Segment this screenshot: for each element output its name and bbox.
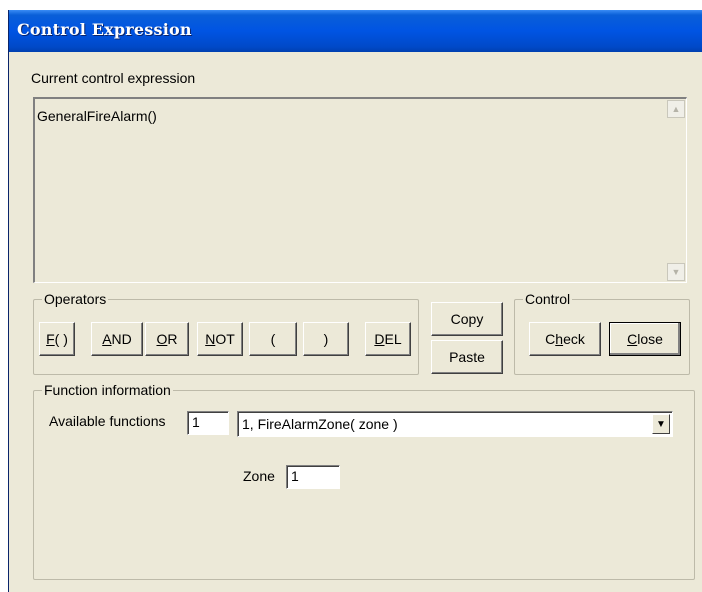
not-mnemonic: N — [205, 331, 216, 347]
paste-button[interactable]: Paste — [431, 340, 503, 374]
close-paren-label: ) — [323, 331, 329, 347]
function-mnemonic: F — [46, 331, 55, 347]
not-operator-button[interactable]: N OT — [197, 322, 243, 356]
check-button[interactable]: Ch eck — [529, 322, 601, 356]
or-operator-button[interactable]: OR — [145, 322, 189, 356]
not-label-rest: OT — [215, 331, 235, 347]
chevron-down-icon[interactable]: ▼ — [667, 263, 685, 281]
selected-function: 1, FireAlarmZone( zone ) — [242, 416, 398, 432]
delete-label-rest: EL — [384, 331, 402, 347]
function-information-label: Function information — [42, 382, 173, 398]
available-functions-label: Available functions — [49, 413, 166, 429]
or-mnemonic: O — [156, 331, 168, 347]
close-label-rest: lose — [637, 331, 663, 347]
paste-label: Paste — [449, 349, 485, 365]
expression-textarea[interactable]: GeneralFireAlarm() ▲ ▼ — [33, 97, 687, 283]
close-button[interactable]: Close — [609, 322, 681, 356]
and-mnemonic: A — [102, 331, 112, 347]
open-paren-button[interactable]: ( — [249, 322, 297, 356]
dialog-window: Control Expression Current control expre… — [8, 10, 702, 592]
zone-label: Zone — [243, 468, 275, 484]
check-mnemonic: h — [555, 331, 564, 347]
expression-value: GeneralFireAlarm() — [37, 108, 157, 124]
dropdown-arrow-icon[interactable]: ▼ — [652, 414, 670, 434]
close-mnemonic: C — [627, 331, 638, 347]
delete-mnemonic: D — [374, 331, 385, 347]
function-operator-button[interactable]: F( ) — [39, 322, 75, 356]
function-select[interactable]: 1, FireAlarmZone( zone ) ▼ — [237, 411, 673, 437]
operators-label: Operators — [42, 291, 109, 307]
and-operator-button[interactable]: A ND — [91, 322, 143, 356]
copy-button[interactable]: Copy — [431, 302, 503, 336]
chevron-up-icon[interactable]: ▲ — [667, 100, 685, 118]
open-paren-label: ( — [270, 331, 276, 347]
delete-operator-button[interactable]: D EL — [365, 322, 411, 356]
function-label-rest: ( ) — [54, 331, 68, 347]
or-label-rest: R — [167, 331, 178, 347]
check-label-pre: C — [545, 331, 556, 347]
available-functions-count[interactable]: 1 — [187, 411, 229, 435]
control-label: Control — [523, 291, 573, 307]
close-paren-button[interactable]: ) — [303, 322, 349, 356]
copy-label: Copy — [450, 311, 484, 327]
check-label-rest: eck — [563, 331, 585, 347]
window-title: Control Expression — [17, 20, 192, 39]
expression-label: Current control expression — [31, 70, 196, 86]
and-label-rest: ND — [111, 331, 132, 347]
zone-input[interactable]: 1 — [286, 465, 340, 489]
title-bar[interactable]: Control Expression — [9, 10, 702, 52]
vertical-scrollbar[interactable]: ▲ ▼ — [667, 100, 685, 281]
